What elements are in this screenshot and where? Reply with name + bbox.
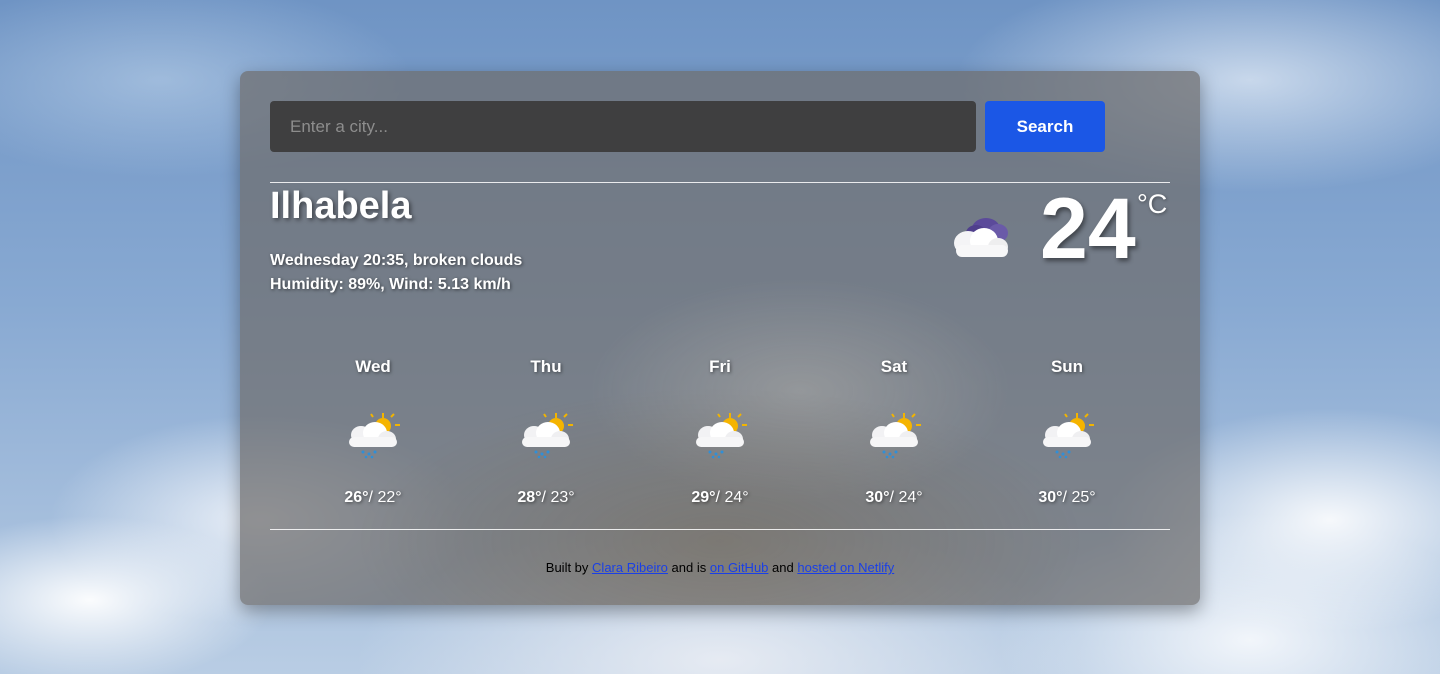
current-details: Wednesday 20:35, broken clouds Humidity:… xyxy=(270,249,522,297)
city-name: Ilhabela xyxy=(270,185,412,227)
forecast-min: / 22° xyxy=(368,489,402,506)
netlify-link[interactable]: hosted on Netlify xyxy=(797,560,894,575)
forecast-day: Thu 28°/ 23° xyxy=(459,357,633,507)
forecast-day: Fri 29°/ 24° xyxy=(633,357,807,507)
github-link[interactable]: on GitHub xyxy=(710,560,769,575)
forecast-day-name: Fri xyxy=(709,357,731,376)
forecast-max: 30° xyxy=(1038,489,1063,506)
sun-cloud-rain-icon xyxy=(696,413,747,459)
forecast-day: Wed 26°/ 22° xyxy=(286,357,460,507)
forecast-day-name: Sat xyxy=(880,357,908,376)
sun-cloud-rain-icon xyxy=(870,413,921,459)
humidity-wind: Humidity: 89%, Wind: 5.13 km/h xyxy=(270,276,511,293)
forecast-day-name: Thu xyxy=(530,357,562,376)
forecast-max: 28° xyxy=(517,489,542,506)
current-temperature: 24 xyxy=(1040,181,1136,277)
forecast-max: 30° xyxy=(865,489,890,506)
footer: Built by Clara Ribeiro and is on GitHub … xyxy=(240,560,1200,575)
author-link[interactable]: Clara Ribeiro xyxy=(592,560,668,575)
broken-clouds-icon xyxy=(954,218,1008,257)
bottom-divider xyxy=(270,529,1170,530)
forecast-min: / 23° xyxy=(541,489,575,506)
forecast-temps: 29°/ 24° xyxy=(633,489,807,507)
forecast-day: Sun 30°/ 25° xyxy=(980,357,1154,507)
forecast-max: 26° xyxy=(344,489,369,506)
forecast-temps: 30°/ 25° xyxy=(980,489,1154,507)
datetime-description: Wednesday 20:35, broken clouds xyxy=(270,252,523,269)
weather-card: Search Ilhabela Wednesday 20:35, broken … xyxy=(240,71,1200,605)
sun-cloud-rain-icon xyxy=(349,413,400,459)
forecast-temps: 30°/ 24° xyxy=(807,489,981,507)
forecast-min: / 24° xyxy=(715,489,749,506)
search-button[interactable]: Search xyxy=(985,101,1105,152)
city-search-input[interactable] xyxy=(270,101,976,152)
sun-cloud-rain-icon xyxy=(522,413,573,459)
forecast-day-name: Sun xyxy=(1050,357,1084,376)
forecast-temps: 28°/ 23° xyxy=(459,489,633,507)
forecast-day-name: Wed xyxy=(355,357,391,376)
top-divider xyxy=(270,182,1170,183)
forecast-min: / 25° xyxy=(1062,489,1096,506)
forecast-day: Sat 30°/ 24° xyxy=(807,357,981,507)
footer-prefix: Built by xyxy=(545,560,589,575)
temperature-unit: °C xyxy=(1137,189,1168,219)
footer-middle: and is xyxy=(671,560,707,575)
forecast-temps: 26°/ 22° xyxy=(286,489,460,507)
footer-and: and xyxy=(772,560,794,575)
forecast-list: Wed 26°/ 22° Thu 28°/ 23° Fri 29°/ 24° S… xyxy=(286,357,1154,517)
sun-cloud-rain-icon xyxy=(1043,413,1094,459)
forecast-max: 29° xyxy=(691,489,716,506)
forecast-min: / 24° xyxy=(889,489,923,506)
